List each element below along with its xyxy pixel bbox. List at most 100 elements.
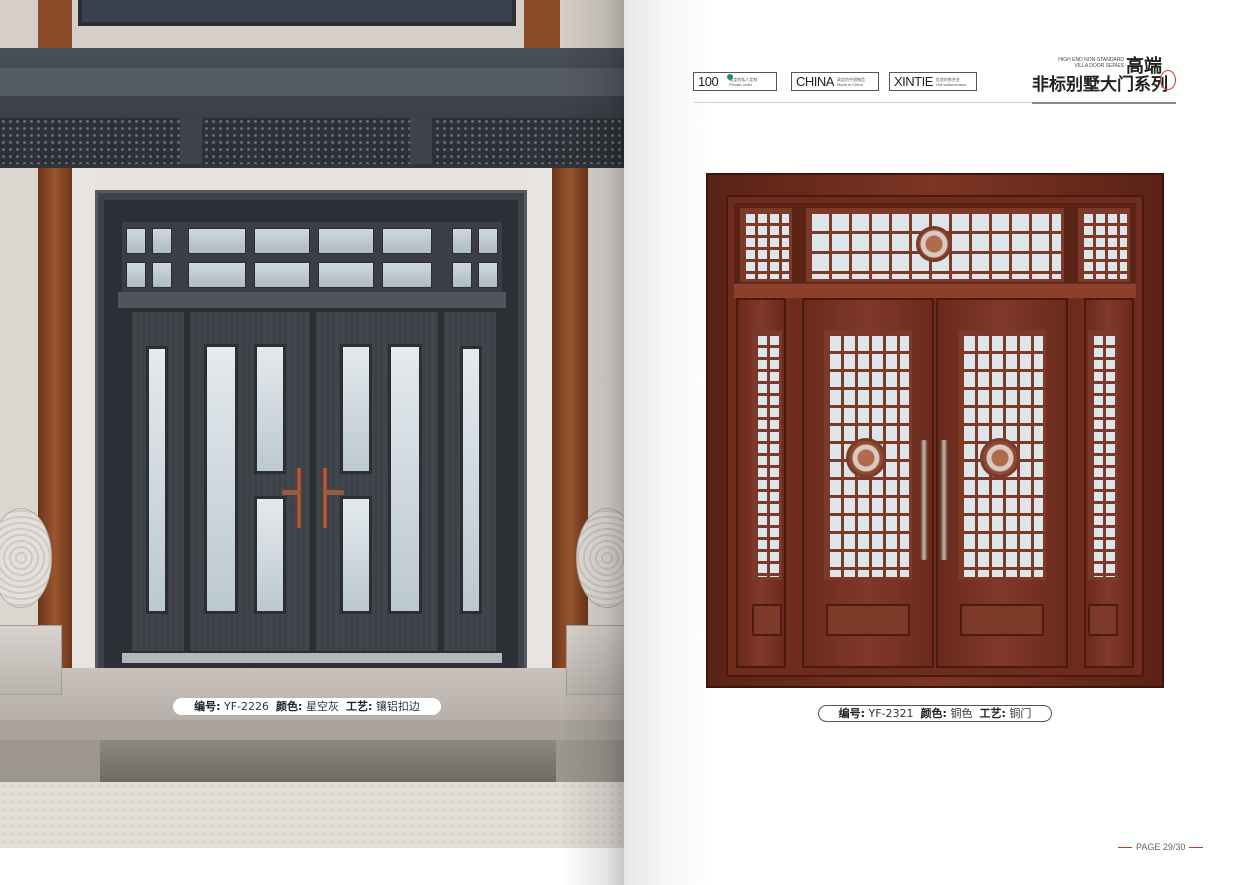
craft-value: 铜门 bbox=[1009, 707, 1032, 720]
transom-lattice-left bbox=[740, 208, 792, 282]
code-label: 编号: bbox=[194, 700, 221, 713]
badge-china: CHINA 高定的中国制造 Made in China bbox=[791, 72, 879, 91]
door-glass bbox=[388, 344, 422, 614]
stone-base-left bbox=[0, 625, 62, 695]
kick-panel-side-right bbox=[1088, 604, 1118, 636]
canopy-grille bbox=[0, 118, 624, 164]
badge-sub-en: Hot-wallstainless bbox=[935, 81, 966, 87]
door-handle-left bbox=[296, 468, 302, 528]
page-bottom-margin bbox=[0, 848, 624, 885]
copper-transom-band bbox=[734, 284, 1136, 298]
transom-pane bbox=[452, 228, 472, 254]
badge-sub-text: 高定的中国制造 Made in China bbox=[837, 77, 865, 87]
kick-panel-right bbox=[960, 604, 1044, 636]
door-pull-handle-right bbox=[940, 440, 948, 560]
step-top bbox=[0, 720, 624, 740]
leaf-medallion-right bbox=[980, 438, 1020, 478]
brand-cn-main: 非标别墅大门系列 bbox=[1032, 75, 1168, 95]
step-side-right bbox=[556, 740, 624, 782]
canopy-band bbox=[0, 68, 624, 96]
page-number-text: PAGE 29/30 bbox=[1136, 842, 1186, 852]
canopy bbox=[0, 48, 624, 168]
badge-sub-en: Made in China bbox=[836, 81, 863, 87]
side-glass bbox=[146, 346, 168, 614]
side-light-right bbox=[442, 310, 498, 653]
code-label: 编号: bbox=[838, 707, 866, 720]
transom-pane bbox=[152, 262, 172, 288]
step-side-left bbox=[0, 740, 100, 782]
wall-trim-right bbox=[527, 168, 552, 678]
door-glass bbox=[254, 344, 286, 474]
pavement bbox=[0, 782, 624, 848]
header-rule bbox=[1032, 102, 1176, 104]
transom-pane bbox=[478, 262, 498, 288]
side-glass bbox=[460, 346, 482, 614]
transom-pane bbox=[382, 262, 432, 288]
transom-medallion bbox=[916, 226, 952, 262]
badge-100: 100 高定的私人定制 Private order bbox=[693, 72, 777, 91]
transom-pane bbox=[126, 262, 146, 288]
page-number: PAGE 29/30 bbox=[1118, 842, 1204, 852]
left-product-caption: 编号: YF-2226 颜色: 星空灰 工艺: 镶铝扣边 bbox=[173, 698, 441, 715]
code-value: YF-2226 bbox=[224, 700, 270, 713]
leaf-medallion-left bbox=[846, 438, 886, 478]
door-pull-handle-left bbox=[920, 440, 928, 560]
badge-xintie: XINTIE 优质的铁合金 Hot-wallstainless bbox=[889, 72, 977, 91]
badge-main-text: 100 bbox=[698, 74, 719, 89]
transom-pane bbox=[254, 262, 310, 288]
door-glass bbox=[340, 344, 372, 474]
door-glass bbox=[340, 496, 372, 614]
door-lever-right bbox=[326, 490, 344, 495]
code-value: YF-2321 bbox=[868, 707, 914, 720]
transom-pane bbox=[188, 262, 246, 288]
transom-pane bbox=[254, 228, 310, 254]
color-value: 铜色 bbox=[950, 707, 973, 720]
side-lattice-left bbox=[752, 330, 782, 580]
craft-value: 镶铝扣边 bbox=[375, 700, 420, 713]
page-number-dash bbox=[1189, 846, 1204, 848]
kick-panel-left bbox=[826, 604, 910, 636]
canopy-post bbox=[410, 118, 432, 164]
door-lever-left bbox=[282, 490, 300, 495]
transom-pane bbox=[126, 228, 146, 254]
brand-english: HIGH END NON-STANDARD VILLA DOOR SERIES bbox=[1040, 57, 1124, 69]
right-product-caption: 编号: YF-2321 颜色: 铜色 工艺: 铜门 bbox=[818, 705, 1052, 722]
wall-trim-left bbox=[72, 168, 95, 678]
transom-pane bbox=[318, 228, 374, 254]
page-number-dash bbox=[1118, 846, 1132, 848]
badge-sub-text: 高定的私人定制 Private order bbox=[729, 77, 757, 87]
left-page: 编号: YF-2226 颜色: 星空灰 工艺: 镶铝扣边 bbox=[0, 0, 624, 885]
door-handle-right bbox=[322, 468, 328, 528]
transom-pane bbox=[452, 262, 472, 288]
transom-bar bbox=[118, 292, 506, 308]
door-glass bbox=[204, 344, 238, 614]
badge-sub-en: Private order bbox=[729, 81, 753, 87]
badge-sub-text: 优质的铁合金 Hot-wallstainless bbox=[936, 77, 966, 87]
transom-pane bbox=[318, 262, 374, 288]
door-threshold bbox=[122, 653, 502, 663]
color-label: 颜色: bbox=[920, 707, 947, 720]
transom-lattice-right bbox=[1078, 208, 1130, 282]
door-leaf-right bbox=[314, 310, 440, 653]
badge-main-text: CHINA bbox=[796, 74, 834, 89]
upper-window bbox=[78, 0, 516, 26]
transom-pane bbox=[478, 228, 498, 254]
transom-pane bbox=[382, 228, 432, 254]
craft-label: 工艺: bbox=[345, 700, 373, 713]
wood-pillar-right bbox=[552, 168, 588, 678]
wood-panel-upper-right bbox=[524, 0, 560, 48]
side-light-left bbox=[130, 310, 186, 653]
craft-label: 工艺: bbox=[979, 707, 1006, 720]
wood-panel-upper-left bbox=[38, 0, 72, 48]
green-dot-icon bbox=[727, 74, 733, 80]
transom-window bbox=[122, 222, 502, 292]
door-glass bbox=[254, 496, 286, 614]
color-value: 星空灰 bbox=[305, 700, 339, 713]
transom-pane bbox=[188, 228, 246, 254]
brand-en-line2: VILLA DOOR SERIES bbox=[1074, 63, 1124, 69]
wood-pillar-left bbox=[38, 168, 72, 678]
door-leaf-left bbox=[188, 310, 312, 653]
seal-stamp-icon bbox=[1160, 70, 1176, 90]
door-photo-scene: 编号: YF-2226 颜色: 星空灰 工艺: 镶铝扣边 bbox=[0, 0, 624, 848]
kick-panel-side-left bbox=[752, 604, 782, 636]
